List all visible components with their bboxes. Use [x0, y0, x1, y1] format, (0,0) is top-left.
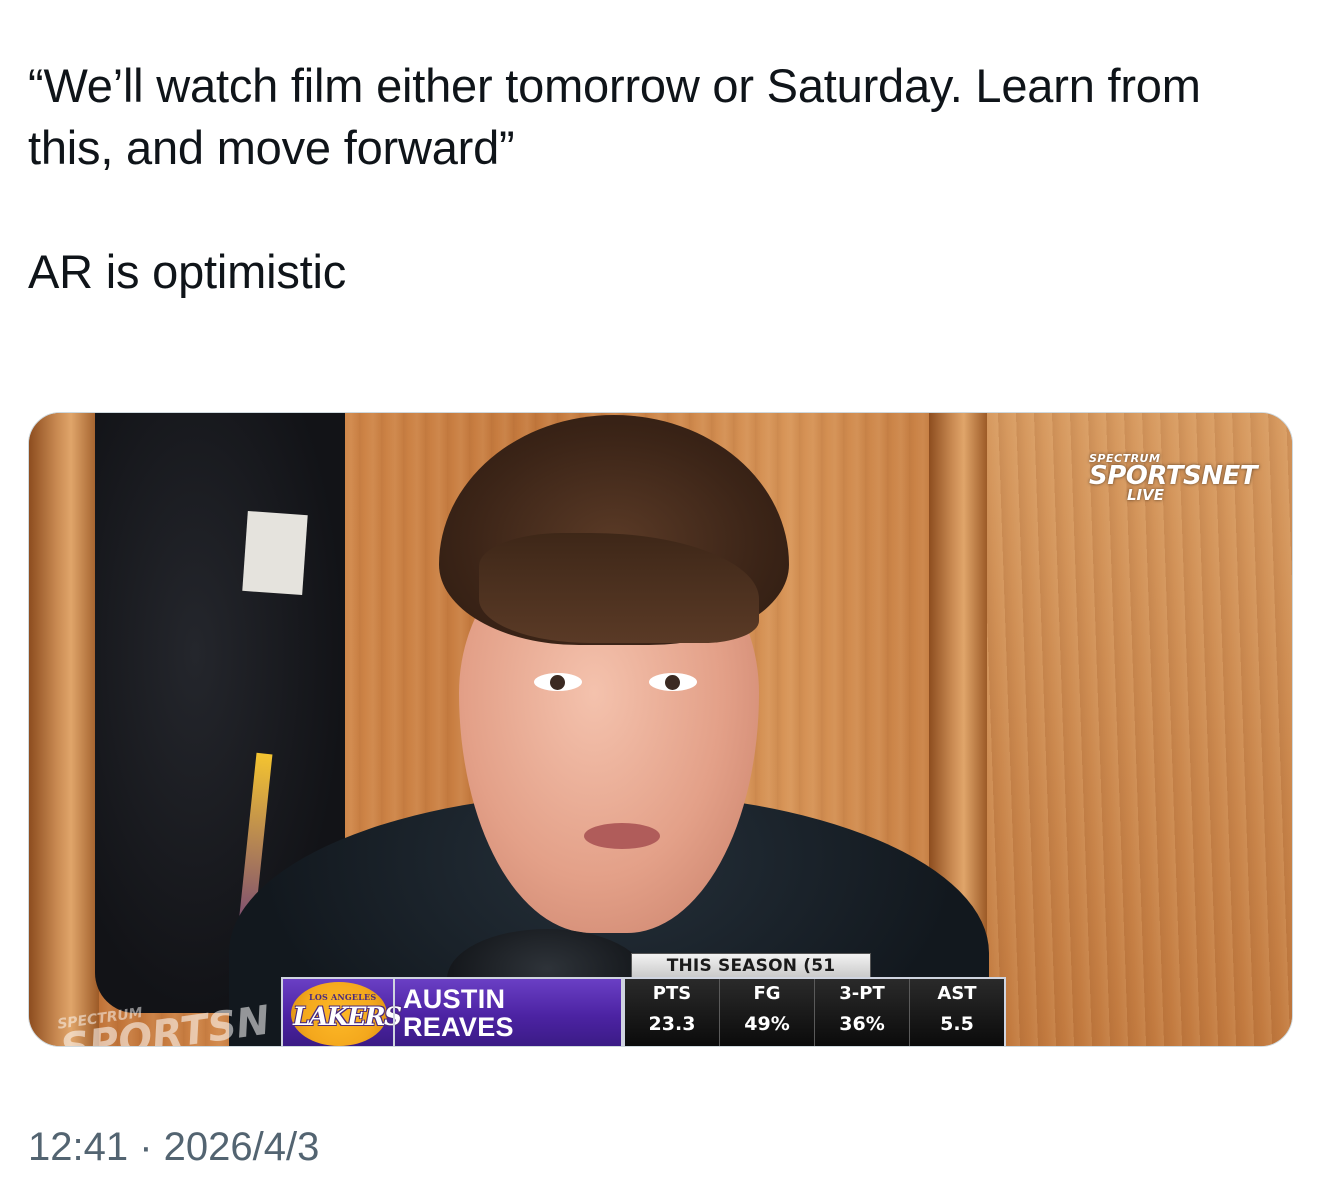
player-last-name: REAVES	[403, 1012, 514, 1042]
locker-divider-left	[29, 413, 99, 1046]
team-logo-name: LAKERS	[293, 1002, 402, 1031]
stats-table: PTS 23.3 FG 49% 3-PT 36% AST 5.5	[623, 977, 1006, 1046]
locker-panel-right	[984, 413, 1292, 1046]
stat-value: 36%	[839, 1013, 885, 1035]
stat-fg: FG 49%	[719, 979, 814, 1046]
player-name-block: LOS ANGELES LAKERS AUSTIN REAVES	[281, 977, 623, 1046]
player-name: AUSTIN REAVES	[403, 985, 514, 1041]
tweet-text: “We’ll watch film either tomorrow or Sat…	[28, 55, 1298, 303]
tweet-media-image[interactable]: SPECTRUM SPORTSNET LIVE SPECTRUM SPORTSN…	[28, 412, 1293, 1047]
name-separator	[393, 979, 395, 1046]
tweet: “We’ll watch film either tomorrow or Sat…	[0, 0, 1320, 1199]
player-right-eye	[649, 673, 697, 691]
tweet-quote: “We’ll watch film either tomorrow or Sat…	[28, 59, 1201, 174]
stat-label: PTS	[652, 983, 692, 1004]
tweet-timestamp[interactable]: 12:41 · 2026/4/3	[28, 1121, 319, 1173]
stat-value: 49%	[744, 1013, 790, 1035]
stat-ast: AST 5.5	[909, 979, 1004, 1046]
player-left-eye	[534, 673, 582, 691]
stat-value: 5.5	[940, 1013, 974, 1035]
player-portrait	[189, 413, 1009, 1046]
stat-3pt: 3-PT 36%	[814, 979, 909, 1046]
stat-label: FG	[753, 983, 781, 1004]
stat-label: 3-PT	[839, 983, 885, 1004]
player-mouth	[584, 823, 660, 849]
stat-value: 23.3	[648, 1013, 696, 1035]
network-logo-line2: SPORTSNET	[1089, 461, 1257, 491]
lower-third-graphic: THIS SEASON (51 GAMES) LOS ANGELES LAKER…	[281, 953, 1006, 1046]
lakers-logo: LOS ANGELES LAKERS	[291, 982, 402, 1046]
stat-pts: PTS 23.3	[625, 979, 719, 1046]
tweet-comment: AR is optimistic	[28, 245, 347, 298]
network-logo: SPECTRUM SPORTSNET LIVE	[1089, 453, 1257, 503]
team-logo-city: LOS ANGELES	[309, 992, 377, 1002]
stat-label: AST	[937, 983, 977, 1004]
player-first-name: AUSTIN	[403, 984, 506, 1014]
season-label: THIS SEASON (51 GAMES)	[631, 953, 871, 1000]
